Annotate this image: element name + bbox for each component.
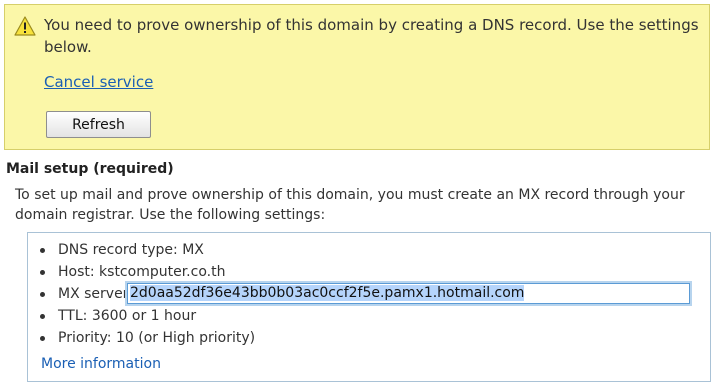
list-item-ttl: TTL: 3600 or 1 hour [37, 305, 697, 327]
priority-text: Priority: 10 (or High priority) [58, 330, 256, 346]
more-information-link[interactable]: More information [41, 356, 161, 372]
mx-server-value[interactable]: 2d0aa52df36e43bb0b03ac0ccf2f5e.pamx1.hot… [130, 285, 525, 301]
bullet [40, 270, 45, 275]
mx-server-label: MX server: [58, 286, 133, 302]
dns-settings-box: DNS record type: MX Host: kstcomputer.co… [27, 232, 711, 382]
bullet [40, 314, 45, 319]
mail-setup-description: To set up mail and prove ownership of th… [15, 187, 685, 223]
list-item-priority: Priority: 10 (or High priority) [37, 327, 697, 349]
bullet [40, 292, 45, 297]
ttl-text: TTL: 3600 or 1 hour [58, 308, 197, 324]
bullet [40, 336, 45, 341]
warning-icon [14, 16, 36, 36]
host-text: Host: kstcomputer.co.th [58, 264, 226, 280]
list-item-host: Host: kstcomputer.co.th [37, 261, 697, 283]
record-type-text: DNS record type: MX [58, 242, 204, 258]
cancel-service-link[interactable]: Cancel service [44, 73, 153, 91]
dns-settings-list: DNS record type: MX Host: kstcomputer.co… [37, 239, 697, 349]
list-item-record-type: DNS record type: MX [37, 239, 697, 261]
bullet [40, 248, 45, 253]
ownership-alert: You need to prove ownership of this doma… [4, 4, 710, 150]
refresh-button[interactable]: Refresh [46, 111, 151, 138]
alert-message: You need to prove ownership of this doma… [44, 16, 699, 56]
list-item-mx-server: MX server: 2d0aa52df36e43bb0b03ac0ccf2f5… [37, 283, 697, 305]
mail-setup-title: Mail setup (required) [6, 161, 174, 177]
mx-server-field[interactable]: 2d0aa52df36e43bb0b03ac0ccf2f5e.pamx1.hot… [127, 283, 690, 304]
